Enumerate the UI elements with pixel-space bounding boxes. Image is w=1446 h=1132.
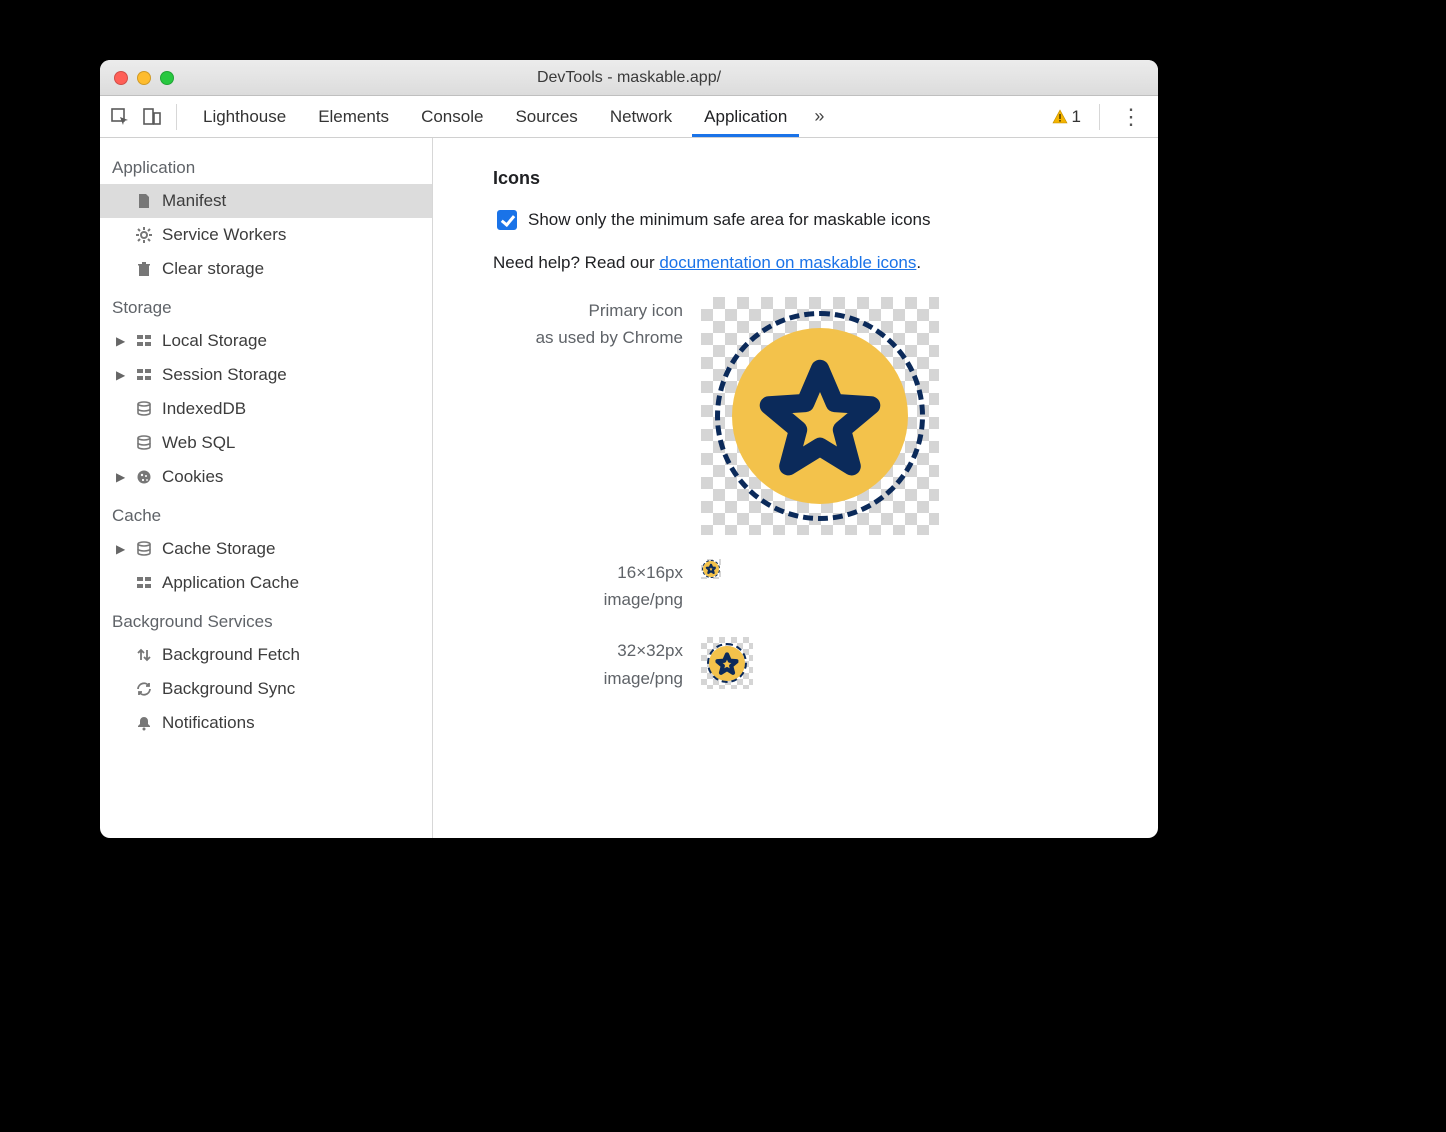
help-suffix: . [916,253,921,272]
content-area: Application Manifest Service Workers Clear … [100,138,1158,838]
toolbar: Lighthouse Elements Console Sources Netw… [100,96,1158,138]
safe-area-checkbox-row: Show only the minimum safe area for mask… [493,207,1140,233]
sidebar-item-label: Notifications [162,713,255,733]
sidebar-item-cookies[interactable]: ▶ Cookies [100,460,432,494]
sidebar-item-label: IndexedDB [162,399,246,419]
primary-icon-label: Primary icon as used by Chrome [493,297,683,351]
tab-console[interactable]: Console [405,96,499,137]
zoom-button[interactable] [160,71,174,85]
tab-lighthouse[interactable]: Lighthouse [187,96,302,137]
bell-icon [134,715,154,731]
sidebar-item-clear-storage[interactable]: Clear storage [100,252,432,286]
help-prefix: Need help? Read our [493,253,659,272]
sidebar-section-title: Application [112,158,432,178]
gear-icon [134,227,154,243]
sidebar-item-web-sql[interactable]: Web SQL [100,426,432,460]
sidebar-item-cache-storage[interactable]: ▶ Cache Storage [100,532,432,566]
sidebar-item-label: Application Cache [162,573,299,593]
warning-icon [1052,109,1068,125]
sidebar-item-label: Session Storage [162,365,287,385]
database-icon [134,541,154,557]
cookie-icon [134,469,154,485]
grid-icon [134,333,154,349]
sidebar-item-label: Web SQL [162,433,235,453]
icon-row-16: 16×16px image/png [493,559,1140,613]
sidebar-item-session-storage[interactable]: ▶ Session Storage [100,358,432,392]
safe-area-checkbox[interactable] [497,210,517,230]
sidebar-section-title: Storage [112,298,432,318]
icon-label-16: 16×16px image/png [493,559,683,613]
warnings-indicator[interactable]: 1 [1044,107,1089,127]
database-icon [134,401,154,417]
main-panel[interactable]: Icons Show only the minimum safe area fo… [433,138,1158,838]
safe-area-checkbox-label: Show only the minimum safe area for mask… [528,210,931,230]
sidebar-item-label: Local Storage [162,331,267,351]
file-icon [134,193,154,209]
inspect-element-icon[interactable] [106,103,134,131]
help-link[interactable]: documentation on maskable icons [659,253,916,272]
devtools-window: DevTools - maskable.app/ Lighthouse Elem… [100,60,1158,838]
sync-icon [134,681,154,697]
updown-icon [134,647,154,663]
kebab-menu[interactable]: ⋮ [1110,104,1152,130]
disclosure-triangle-icon[interactable]: ▶ [116,470,128,484]
minimize-button[interactable] [137,71,151,85]
panel-tabs: Lighthouse Elements Console Sources Netw… [187,96,803,137]
device-toolbar-icon[interactable] [138,103,166,131]
warning-count: 1 [1072,107,1081,127]
separator [1099,104,1100,130]
disclosure-triangle-icon[interactable]: ▶ [116,334,128,348]
sidebar-item-label: Manifest [162,191,226,211]
sidebar-item-manifest[interactable]: Manifest [100,184,432,218]
disclosure-triangle-icon[interactable]: ▶ [116,542,128,556]
database-icon [134,435,154,451]
icon-preview-16 [701,559,721,579]
tab-sources[interactable]: Sources [499,96,593,137]
primary-icon-preview [701,297,939,535]
sidebar-item-service-workers[interactable]: Service Workers [100,218,432,252]
close-button[interactable] [114,71,128,85]
sidebar-item-label: Clear storage [162,259,264,279]
sidebar-section-title: Background Services [112,612,432,632]
sidebar-item-background-sync[interactable]: Background Sync [100,672,432,706]
tab-network[interactable]: Network [594,96,688,137]
titlebar: DevTools - maskable.app/ [100,60,1158,96]
tab-elements[interactable]: Elements [302,96,405,137]
grid-icon [134,367,154,383]
tab-application[interactable]: Application [688,96,803,137]
grid-icon [134,575,154,591]
traffic-lights [114,71,174,85]
star-icon [715,653,738,676]
sidebar-section-title: Cache [112,506,432,526]
disclosure-triangle-icon[interactable]: ▶ [116,368,128,382]
trash-icon [134,261,154,277]
icon-row-32: 32×32px image/png [493,637,1140,691]
separator [176,104,177,130]
sidebar-item-label: Service Workers [162,225,286,245]
sidebar-item-indexeddb[interactable]: IndexedDB [100,392,432,426]
sidebar-item-label: Cookies [162,467,223,487]
help-text: Need help? Read our documentation on mas… [493,253,1140,273]
sidebar[interactable]: Application Manifest Service Workers Clear … [100,138,433,838]
star-icon [759,359,881,481]
sidebar-item-background-fetch[interactable]: Background Fetch [100,638,432,672]
primary-icon-row: Primary icon as used by Chrome [493,297,1140,535]
icon-label-32: 32×32px image/png [493,637,683,691]
sidebar-item-application-cache[interactable]: Application Cache [100,566,432,600]
sidebar-item-local-storage[interactable]: ▶ Local Storage [100,324,432,358]
section-heading-icons: Icons [493,168,1140,189]
icon-preview-32 [701,637,753,689]
sidebar-item-notifications[interactable]: Notifications [100,706,432,740]
sidebar-item-label: Background Sync [162,679,295,699]
star-icon [706,564,716,574]
sidebar-item-label: Background Fetch [162,645,300,665]
window-title: DevTools - maskable.app/ [537,69,721,87]
more-tabs-button[interactable]: » [807,106,831,127]
sidebar-item-label: Cache Storage [162,539,275,559]
